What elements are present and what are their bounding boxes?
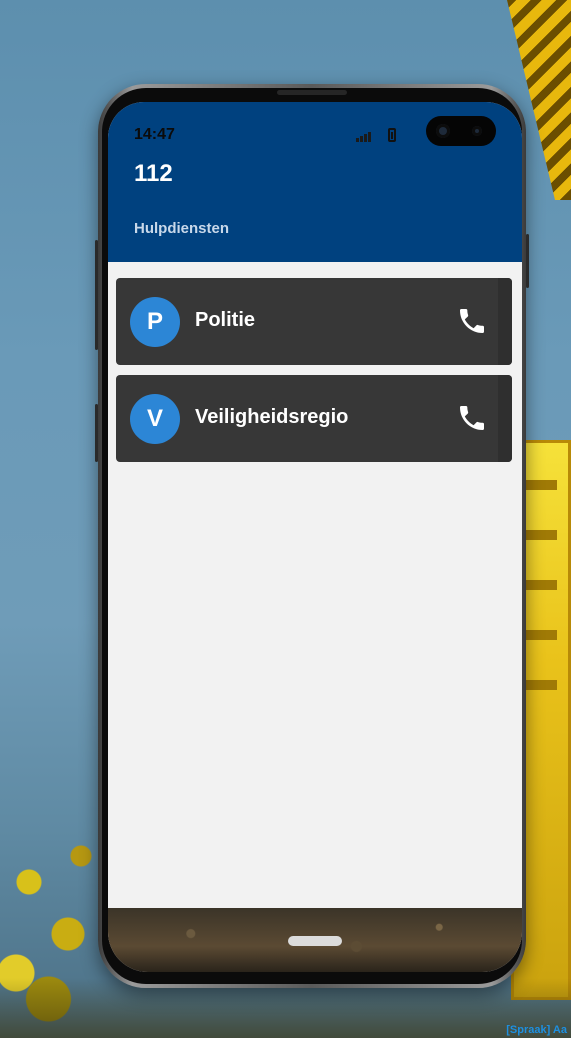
phone-bezel: 14:47 112 Hulpdiensten P Politie V Veili…	[102, 88, 522, 984]
avatar: P	[130, 297, 180, 347]
front-camera-icon	[436, 124, 450, 138]
status-time: 14:47	[134, 126, 175, 143]
power-button	[526, 234, 529, 288]
home-indicator[interactable]	[288, 936, 342, 946]
contact-card-veiligheidsregio[interactable]: V Veiligheidsregio	[116, 375, 512, 462]
speech-label: [Spraak] Aa	[506, 1024, 567, 1036]
contact-list: P Politie V Veiligheidsregio	[116, 278, 512, 472]
gesture-bar-area	[108, 908, 522, 972]
earpiece-speaker	[277, 90, 347, 95]
page-subtitle: Hulpdiensten	[134, 220, 230, 237]
avatar: V	[130, 394, 180, 444]
contact-name: Veiligheidsregio	[195, 406, 349, 428]
contact-card-politie[interactable]: P Politie	[116, 278, 512, 365]
battery-icon	[388, 128, 396, 142]
app-header: 14:47 112 Hulpdiensten	[108, 102, 522, 262]
phone-device: 14:47 112 Hulpdiensten P Politie V Veili…	[95, 84, 529, 988]
signal-icon	[356, 130, 374, 142]
volume-button	[95, 240, 98, 350]
page-title: 112	[134, 160, 173, 187]
contact-name: Politie	[195, 309, 256, 331]
phone-icon[interactable]	[456, 305, 488, 337]
phone-screen: 14:47 112 Hulpdiensten P Politie V Veili…	[108, 102, 522, 972]
status-bar: 14:47	[134, 116, 496, 146]
camera-cutout	[426, 116, 496, 146]
phone-icon[interactable]	[456, 402, 488, 434]
bixby-button	[95, 404, 98, 462]
depth-camera-icon	[472, 126, 482, 136]
